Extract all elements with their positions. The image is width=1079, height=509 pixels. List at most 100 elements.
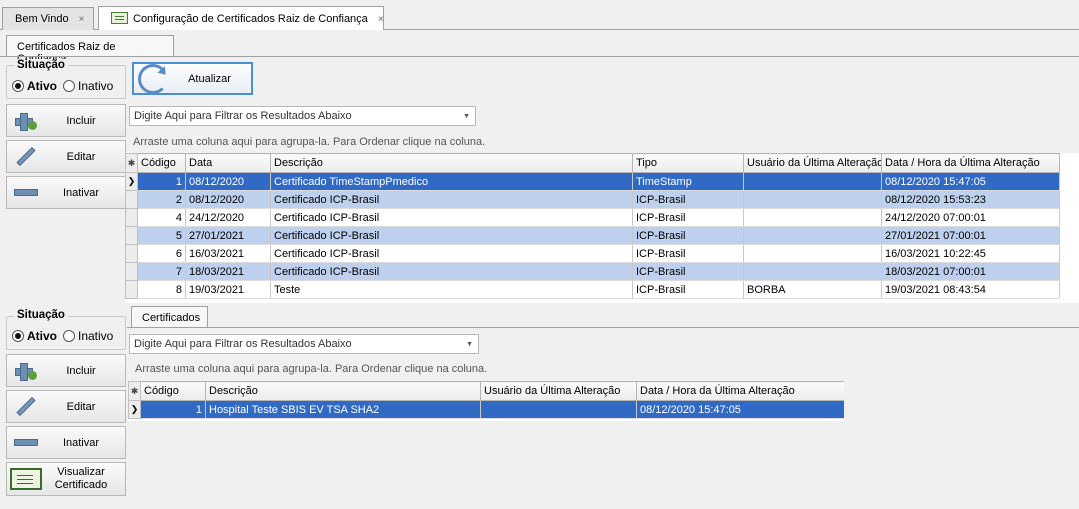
cell-data: 27/01/2021 xyxy=(185,226,271,245)
inativar-button[interactable]: Inativar xyxy=(6,176,126,209)
cell-usuario xyxy=(743,190,882,209)
column-header[interactable]: Data / Hora da Última Alteração xyxy=(636,381,844,401)
cell-data-hora: 16/03/2021 10:22:45 xyxy=(881,244,1060,263)
minus-icon xyxy=(14,439,38,446)
tab-label: Bem Vindo xyxy=(15,13,69,25)
cell-usuario: BORBA xyxy=(743,280,882,299)
cell-tipo: ICP-Brasil xyxy=(632,226,744,245)
certificate-icon xyxy=(10,468,42,490)
row-indicator-icon: ❯ xyxy=(125,172,138,191)
row-indicator-icon: ❯ xyxy=(128,400,141,419)
column-header[interactable]: Tipo xyxy=(632,153,744,173)
radio-unchecked-icon xyxy=(63,330,75,342)
minus-icon xyxy=(14,189,38,196)
cell-descricao: Certificado ICP-Brasil xyxy=(270,226,633,245)
cell-descricao: Certificado ICP-Brasil xyxy=(270,208,633,227)
radio-ativo[interactable]: Ativo xyxy=(12,79,57,93)
visualizar-certificado-button[interactable]: Visualizar Certificado xyxy=(6,462,126,496)
inativar-button[interactable]: Inativar xyxy=(6,426,126,459)
cell-codigo: 2 xyxy=(137,190,186,209)
cell-codigo: 5 xyxy=(137,226,186,245)
cell-data-hora: 08/12/2020 15:47:05 xyxy=(636,400,844,419)
cell-data: 08/12/2020 xyxy=(185,190,271,209)
radio-ativo[interactable]: Ativo xyxy=(12,329,57,343)
radio-label: Ativo xyxy=(27,329,57,343)
cell-codigo: 6 xyxy=(137,244,186,263)
incluir-button[interactable]: Incluir xyxy=(6,354,126,387)
table-row[interactable]: 8 19/03/2021 Teste ICP-Brasil BORBA 19/0… xyxy=(125,280,1060,299)
dropdown-arrow-icon[interactable]: ▼ xyxy=(463,113,470,120)
situacao-legend: Situação xyxy=(14,59,68,71)
add-icon xyxy=(15,362,37,381)
cell-tipo: ICP-Brasil xyxy=(632,280,744,299)
column-header[interactable]: Descrição xyxy=(205,381,481,401)
cell-data: 18/03/2021 xyxy=(185,262,271,281)
tab-bem-vindo[interactable]: Bem Vindo × xyxy=(2,7,94,30)
filter-input[interactable]: Digite Aqui para Filtrar os Resultados A… xyxy=(129,334,479,354)
column-header[interactable]: Data xyxy=(185,153,271,173)
table-row[interactable]: ❯ 1 Hospital Teste SBIS EV TSA SHA2 08/1… xyxy=(128,400,844,419)
tab-label: Configuração de Certificados Raiz de Con… xyxy=(133,13,368,25)
cell-data: 08/12/2020 xyxy=(185,172,271,191)
table-row[interactable]: 6 16/03/2021 Certificado ICP-Brasil ICP-… xyxy=(125,244,1060,263)
editar-button[interactable]: Editar xyxy=(6,140,126,173)
situacao-legend: Situação xyxy=(14,309,68,321)
cell-descricao: Hospital Teste SBIS EV TSA SHA2 xyxy=(205,400,481,419)
column-header[interactable]: Descrição xyxy=(270,153,633,173)
table-row[interactable]: 4 24/12/2020 Certificado ICP-Brasil ICP-… xyxy=(125,208,1060,227)
filter-input[interactable]: Digite Aqui para Filtrar os Resultados A… xyxy=(129,106,476,126)
button-label: Incluir xyxy=(66,364,96,377)
cell-tipo: ICP-Brasil xyxy=(632,208,744,227)
cell-codigo: 8 xyxy=(137,280,186,299)
grid-header-row: ✱ Código Descrição Usuário da Última Alt… xyxy=(128,381,844,401)
pencil-icon xyxy=(16,146,36,167)
column-header[interactable]: Data / Hora da Última Alteração xyxy=(881,153,1060,173)
column-header[interactable]: Código xyxy=(137,153,186,173)
close-icon[interactable]: × xyxy=(79,14,85,25)
filter-placeholder: Digite Aqui para Filtrar os Resultados A… xyxy=(134,110,352,122)
button-label: Visualizar Certificado xyxy=(45,466,125,492)
button-label-line1: Visualizar xyxy=(57,466,105,478)
divider xyxy=(0,56,1079,57)
situacao-radios: Ativo Inativo xyxy=(12,79,119,93)
button-label: Editar xyxy=(66,150,96,163)
button-label: Atualizar xyxy=(188,72,231,85)
cell-usuario xyxy=(743,172,882,191)
column-chooser-icon[interactable]: ✱ xyxy=(125,153,138,173)
cell-data-hora: 08/12/2020 15:53:23 xyxy=(881,190,1060,209)
table-row[interactable]: 7 18/03/2021 Certificado ICP-Brasil ICP-… xyxy=(125,262,1060,281)
subtab-certificados-raiz[interactable]: Certificados Raiz de Confiança xyxy=(6,35,174,65)
subtab-certificados[interactable]: Certificados xyxy=(131,306,208,328)
radio-unchecked-icon xyxy=(63,80,75,92)
radio-inativo[interactable]: Inativo xyxy=(63,329,113,343)
cell-tipo: ICP-Brasil xyxy=(632,262,744,281)
cell-codigo: 1 xyxy=(137,172,186,191)
radio-checked-icon xyxy=(12,330,24,342)
editar-button[interactable]: Editar xyxy=(6,390,126,423)
pencil-icon xyxy=(16,396,36,417)
table-row[interactable]: ❯ 1 08/12/2020 Certificado TimeStampPmed… xyxy=(125,172,1060,191)
column-header[interactable]: Usuário da Última Alteração xyxy=(480,381,637,401)
cell-data: 16/03/2021 xyxy=(185,244,271,263)
cell-usuario xyxy=(480,400,637,419)
cell-descricao: Teste xyxy=(270,280,633,299)
column-header[interactable]: Usuário da Última Alteração xyxy=(743,153,882,173)
group-by-hint: Arraste uma coluna aqui para agrupa-la. … xyxy=(135,363,488,375)
cell-descricao: Certificado TimeStampPmedico xyxy=(270,172,633,191)
cell-data-hora: 24/12/2020 07:00:01 xyxy=(881,208,1060,227)
dropdown-arrow-icon[interactable]: ▼ xyxy=(466,341,473,348)
table-row[interactable]: 2 08/12/2020 Certificado ICP-Brasil ICP-… xyxy=(125,190,1060,209)
cell-data: 24/12/2020 xyxy=(185,208,271,227)
certificate-icon xyxy=(111,12,128,24)
column-header[interactable]: Código xyxy=(140,381,206,401)
close-icon[interactable]: × xyxy=(378,14,384,25)
atualizar-button[interactable]: Atualizar xyxy=(132,62,253,95)
certificados-grid: ✱ Código Descrição Usuário da Última Alt… xyxy=(128,381,844,421)
tab-configuracao-certificados[interactable]: Configuração de Certificados Raiz de Con… xyxy=(98,6,384,30)
group-by-hint: Arraste uma coluna aqui para agrupa-la. … xyxy=(133,136,486,148)
table-row[interactable]: 5 27/01/2021 Certificado ICP-Brasil ICP-… xyxy=(125,226,1060,245)
incluir-button[interactable]: Incluir xyxy=(6,104,126,137)
column-chooser-icon[interactable]: ✱ xyxy=(128,381,141,401)
radio-inativo[interactable]: Inativo xyxy=(63,79,113,93)
grid-table: ✱ Código Descrição Usuário da Última Alt… xyxy=(128,381,844,419)
